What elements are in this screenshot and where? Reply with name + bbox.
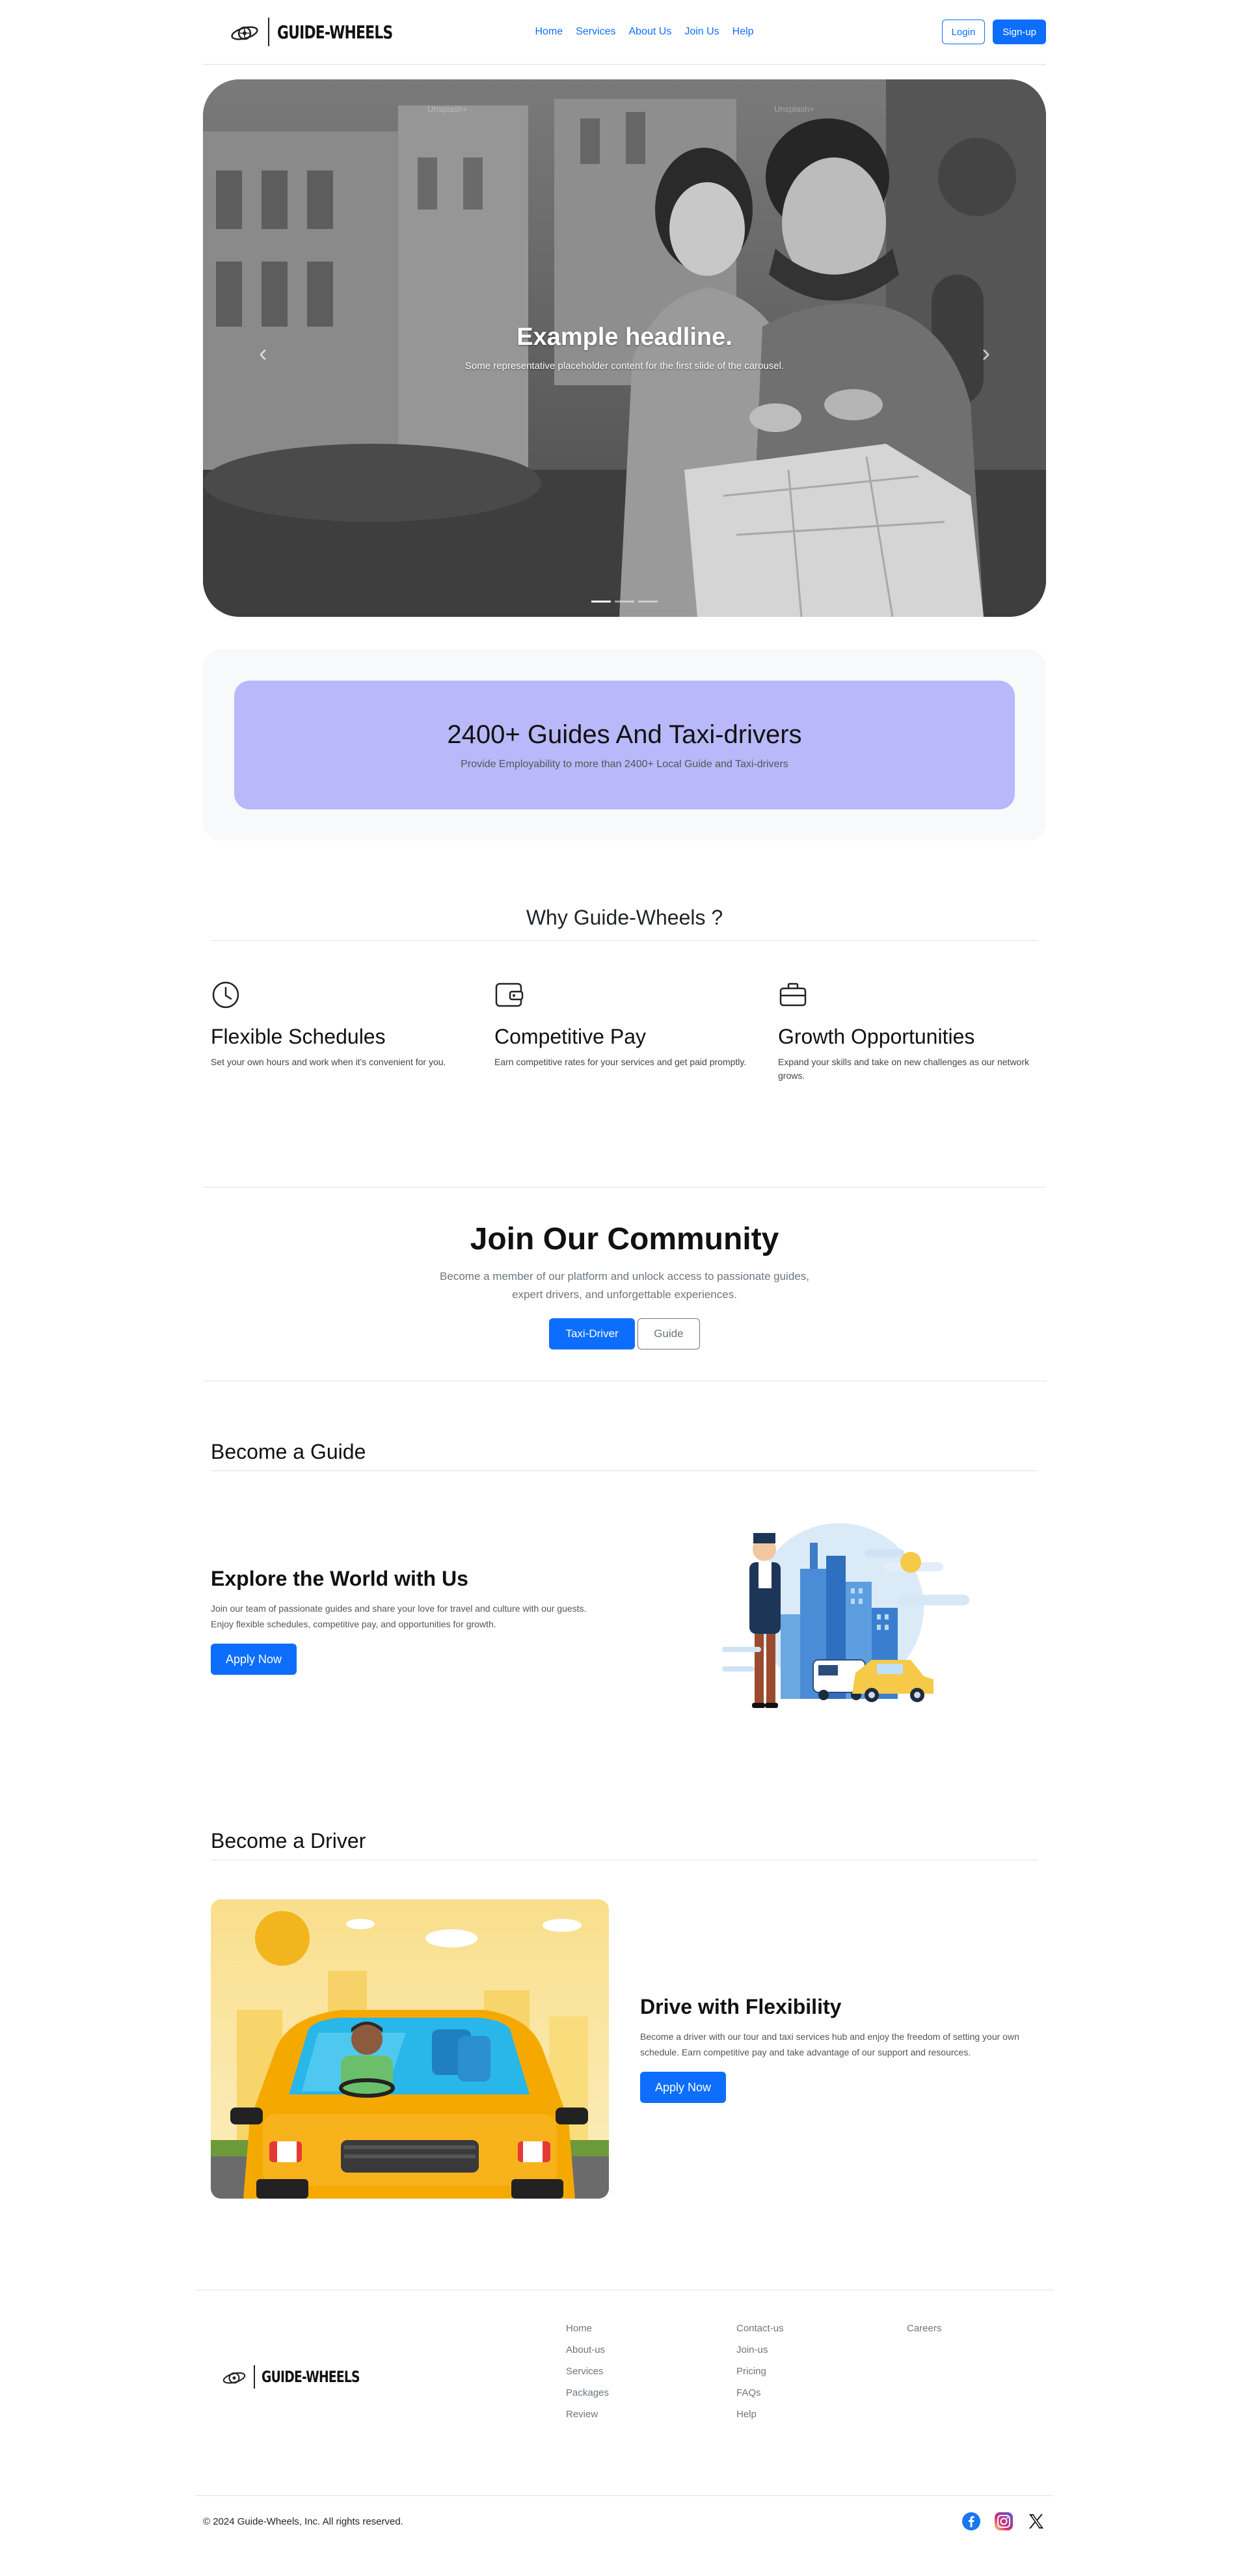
footer-brand[interactable]: GUIDE-WHEELS bbox=[221, 2323, 566, 2430]
footer-link-faqs[interactable]: FAQs bbox=[736, 2387, 907, 2398]
hero-carousel: Unsplash+ Unsplash+ ‹ › Example headline… bbox=[203, 79, 1046, 617]
feature-text: Set your own hours and work when it's co… bbox=[211, 1057, 446, 1067]
driver-apply-button[interactable]: Apply Now bbox=[640, 2072, 727, 2104]
footer-link-contact[interactable]: Contact-us bbox=[736, 2323, 907, 2334]
feature-title: Flexible Schedules bbox=[211, 1025, 386, 1048]
wheel-logo-icon bbox=[222, 2372, 246, 2384]
wallet-icon bbox=[495, 983, 524, 1007]
footer-link-pricing[interactable]: Pricing bbox=[736, 2366, 907, 2377]
main-nav: Home Services About Us Join Us Help bbox=[535, 26, 753, 38]
hero-text: Some representative placeholder content … bbox=[464, 360, 785, 372]
feature-card: Flexible Schedules Set your own hours an… bbox=[211, 980, 471, 1083]
taxi-driver-button[interactable]: Taxi-Driver bbox=[549, 1318, 635, 1350]
feature-text: Earn competitive rates for your services… bbox=[494, 1057, 747, 1067]
brand-logo-link[interactable]: GUIDE-WHEELS bbox=[229, 16, 425, 47]
social-links bbox=[961, 2512, 1046, 2531]
nav-home[interactable]: Home bbox=[535, 26, 563, 38]
footer-link-services[interactable]: Services bbox=[566, 2366, 736, 2377]
footer-link-join[interactable]: Join-us bbox=[736, 2344, 907, 2355]
feature-title: Growth Opportunities bbox=[778, 1025, 975, 1048]
nav-services[interactable]: Services bbox=[576, 26, 615, 38]
become-guide-section: Become a Guide Explore the World with Us… bbox=[203, 1440, 1046, 1731]
guide-content: Explore the World with Us Join our team … bbox=[211, 1510, 1038, 1731]
community-buttons: Taxi-Driver Guide bbox=[203, 1318, 1046, 1350]
nav-join-us[interactable]: Join Us bbox=[684, 26, 719, 38]
briefcase-icon bbox=[779, 983, 807, 1007]
stats-card: 2400+ Guides And Taxi-drivers Provide Em… bbox=[234, 681, 1015, 809]
carousel-indicator[interactable] bbox=[591, 601, 611, 603]
footer-brand-name: GUIDE-WHEELS bbox=[262, 2367, 360, 2386]
footer-col-1: Home About-us Services Packages Review bbox=[566, 2323, 736, 2430]
guide-button[interactable]: Guide bbox=[638, 1318, 700, 1350]
footer-grid: GUIDE-WHEELS Home About-us Services Pack… bbox=[195, 2323, 1054, 2430]
site-footer: GUIDE-WHEELS Home About-us Services Pack… bbox=[195, 2290, 1054, 2557]
feature-text: Expand your skills and take on new chall… bbox=[778, 1057, 1029, 1081]
site-header: GUIDE-WHEELS Home Services About Us Join… bbox=[203, 0, 1046, 65]
feature-card: Competitive Pay Earn competitive rates f… bbox=[494, 980, 755, 1083]
brand-divider bbox=[268, 18, 269, 46]
guide-heading: Explore the World with Us bbox=[211, 1566, 468, 1590]
community-section: Join Our Community Become a member of ou… bbox=[203, 1187, 1046, 1382]
footer-link-packages[interactable]: Packages bbox=[566, 2387, 736, 2398]
driver-text-block: Drive with Flexibility Become a driver w… bbox=[640, 1995, 1038, 2104]
login-button[interactable]: Login bbox=[941, 20, 986, 44]
carousel-indicators bbox=[591, 601, 658, 603]
stats-subtitle: Provide Employability to more than 2400+… bbox=[461, 758, 788, 770]
wheel-logo-icon bbox=[231, 26, 258, 40]
auth-buttons: Login Sign-up bbox=[941, 20, 1046, 44]
nav-about-us[interactable]: About Us bbox=[629, 26, 672, 38]
signup-button[interactable]: Sign-up bbox=[993, 20, 1046, 44]
guide-city-illustration bbox=[722, 1523, 969, 1709]
stats-title: 2400+ Guides And Taxi-drivers bbox=[447, 720, 802, 749]
footer-bottom: © 2024 Guide-Wheels, Inc. All rights res… bbox=[195, 2495, 1054, 2557]
footer-col-2: Contact-us Join-us Pricing FAQs Help bbox=[736, 2323, 907, 2430]
why-title: Why Guide-Wheels ? bbox=[211, 906, 1038, 941]
clock-icon bbox=[212, 981, 239, 1009]
guide-text: Join our team of passionate guides and s… bbox=[211, 1603, 587, 1629]
footer-col-3: Careers bbox=[907, 2323, 1077, 2430]
brand-name: GUIDE-WHEELS bbox=[277, 21, 393, 43]
brand-divider bbox=[254, 2365, 255, 2389]
carousel-indicator[interactable] bbox=[615, 601, 634, 603]
community-text: Become a member of our platform and unlo… bbox=[440, 1270, 809, 1301]
why-section: Why Guide-Wheels ? Flexible Schedules Se… bbox=[203, 906, 1046, 1083]
footer-link-about[interactable]: About-us bbox=[566, 2344, 736, 2355]
footer-link-careers[interactable]: Careers bbox=[907, 2323, 1077, 2334]
taxi-driver-illustration bbox=[211, 1899, 609, 2199]
watermark: Unsplash+ bbox=[774, 104, 814, 114]
driver-section-title: Become a Driver bbox=[211, 1829, 1038, 1861]
guide-section-title: Become a Guide bbox=[211, 1440, 1038, 1472]
hero-caption: Example headline. Some representative pl… bbox=[203, 323, 1046, 372]
copyright-text: © 2024 Guide-Wheels, Inc. All rights res… bbox=[203, 2515, 403, 2527]
facebook-icon[interactable] bbox=[961, 2512, 981, 2531]
footer-link-help[interactable]: Help bbox=[736, 2409, 907, 2420]
guide-text-block: Explore the World with Us Join our team … bbox=[211, 1567, 609, 1675]
community-title: Join Our Community bbox=[470, 1222, 779, 1256]
nav-help[interactable]: Help bbox=[732, 26, 754, 38]
carousel-indicator[interactable] bbox=[638, 601, 658, 603]
instagram-icon[interactable] bbox=[994, 2512, 1014, 2531]
driver-text: Become a driver with our tour and taxi s… bbox=[640, 2031, 1019, 2057]
become-driver-section: Become a Driver Drive with Flexibility B… bbox=[203, 1829, 1046, 2199]
guide-apply-button[interactable]: Apply Now bbox=[211, 1644, 297, 1675]
watermark: Unsplash+ bbox=[427, 104, 468, 114]
guide-illustration-wrap bbox=[640, 1510, 1038, 1731]
driver-content: Drive with Flexibility Become a driver w… bbox=[211, 1899, 1038, 2199]
driver-heading: Drive with Flexibility bbox=[640, 1994, 842, 2018]
driver-illustration-wrap bbox=[211, 1899, 609, 2199]
feature-card: Growth Opportunities Expand your skills … bbox=[778, 980, 1038, 1083]
hero-headline: Example headline. bbox=[517, 323, 732, 351]
feature-title: Competitive Pay bbox=[494, 1025, 646, 1048]
stats-section: 2400+ Guides And Taxi-drivers Provide Em… bbox=[203, 649, 1046, 841]
footer-link-review[interactable]: Review bbox=[566, 2409, 736, 2420]
footer-link-home[interactable]: Home bbox=[566, 2323, 736, 2334]
features-grid: Flexible Schedules Set your own hours an… bbox=[211, 980, 1038, 1083]
x-icon[interactable] bbox=[1027, 2512, 1046, 2531]
